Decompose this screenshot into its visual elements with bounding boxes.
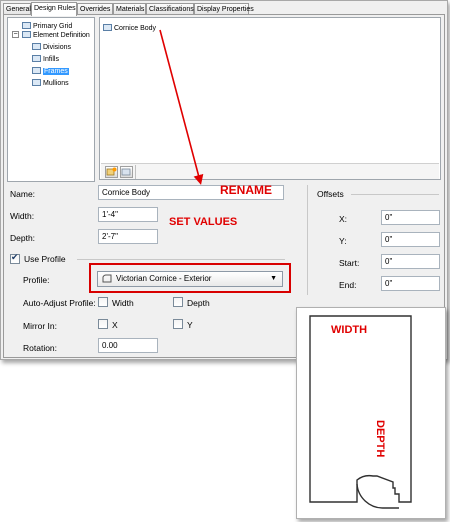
tab-design-rules[interactable]: Design Rules (31, 2, 77, 16)
depth-annotation: DEPTH (374, 420, 386, 458)
cornice-profile-drawing (309, 315, 412, 509)
profile-preview-panel: WIDTH DEPTH (296, 307, 446, 519)
width-annotation: WIDTH (331, 324, 368, 336)
